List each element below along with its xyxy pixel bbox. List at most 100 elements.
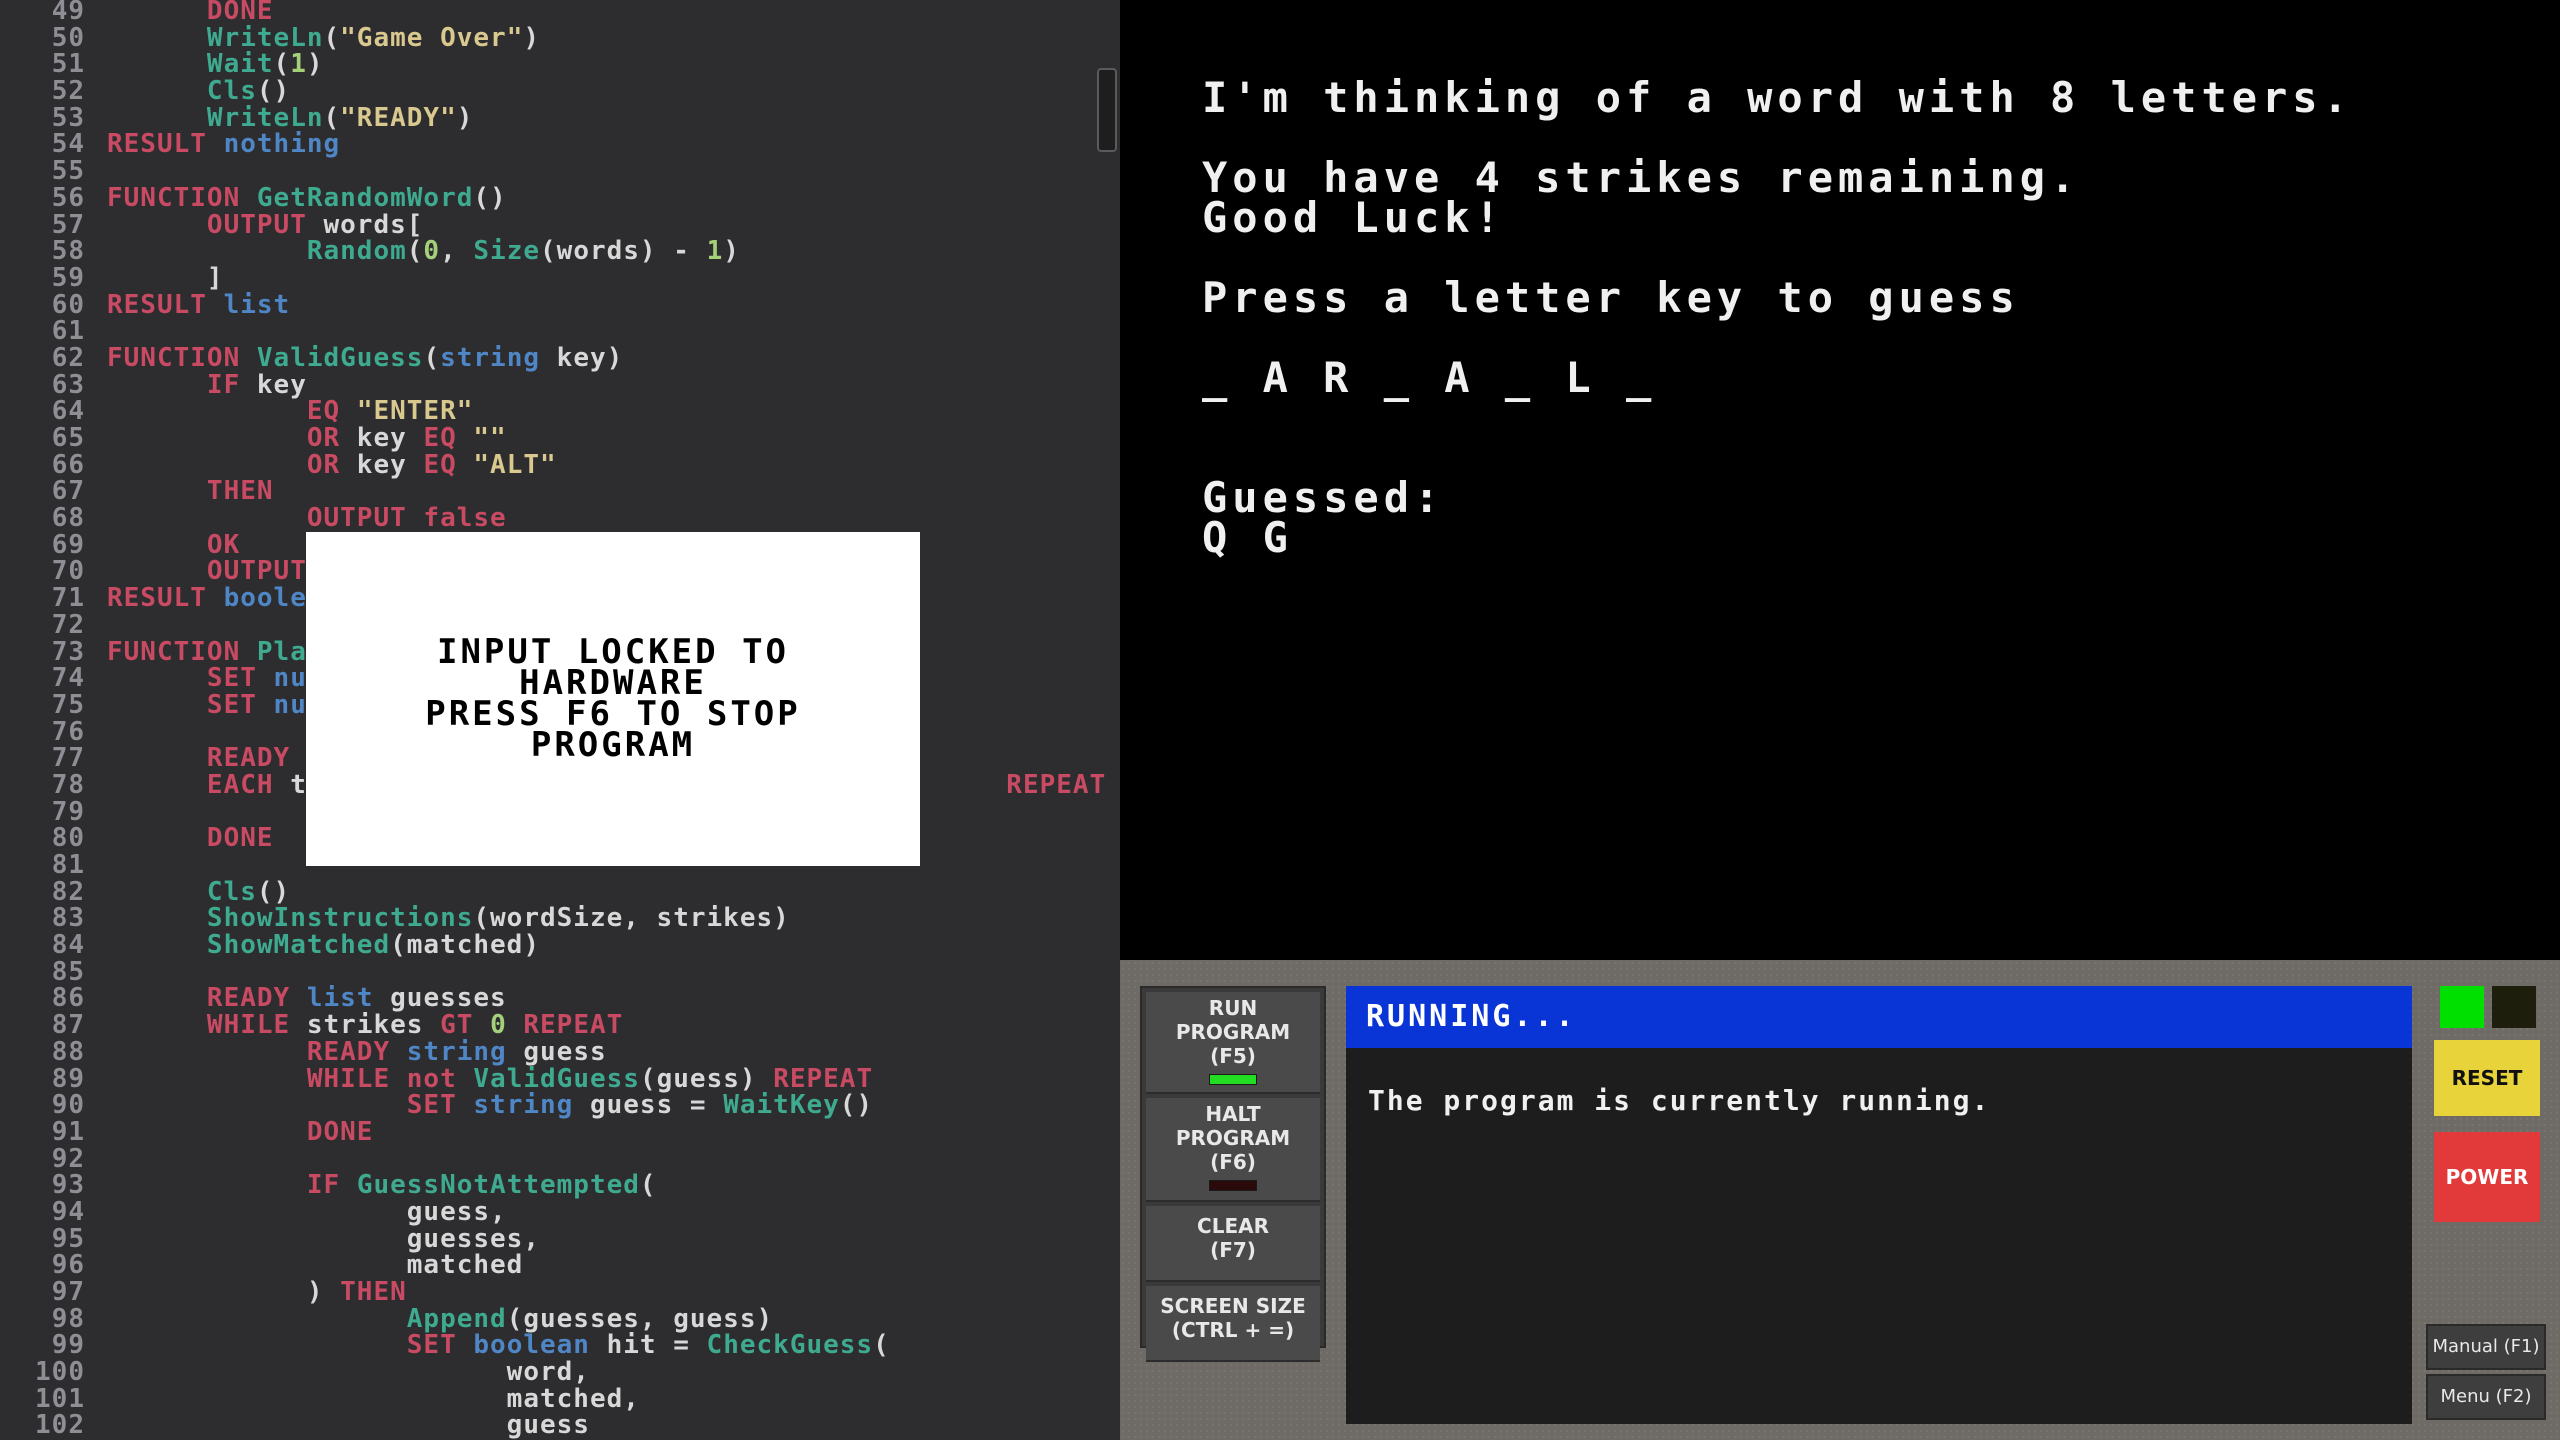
code-token: (guesses, guess) — [506, 1303, 774, 1334]
code-line[interactable]: 62 FUNCTION ValidGuess(string key) — [0, 345, 1120, 372]
code-line[interactable]: 85 — [0, 959, 1120, 986]
code-line[interactable]: 88 READY string guess — [0, 1036, 1120, 1067]
line-number: 100 — [35, 1357, 85, 1388]
code-token: GetRandomWord — [256, 182, 474, 213]
code-line[interactable]: 90 SET string guess = WaitKey() — [0, 1092, 1120, 1119]
code-line[interactable]: 102 guess — [0, 1412, 1120, 1439]
code-line[interactable]: 59 ] — [0, 265, 1120, 292]
code-token: ) — [723, 236, 740, 267]
line-number: 90 — [51, 1090, 85, 1121]
code-token: "ALT" — [473, 449, 557, 480]
code-line[interactable]: 54 RESULT nothing — [0, 131, 1120, 158]
code-line[interactable]: 87 WHILE strikes GT 0 REPEAT — [0, 1012, 1120, 1039]
code-token: ( — [273, 49, 291, 80]
code-line[interactable]: 60 RESULT list — [0, 289, 1120, 320]
code-token: boolean — [473, 1330, 590, 1361]
line-number: 72 — [51, 609, 85, 640]
code-token: FUNCTION — [107, 182, 241, 213]
code-line[interactable]: 63 IF key — [0, 370, 1120, 400]
line-number: 91 — [51, 1116, 85, 1147]
code-line[interactable]: 86 READY list guesses — [0, 985, 1120, 1012]
reset-button[interactable]: RESET — [2434, 1040, 2540, 1116]
screen-line-word-length: I'm thinking of a word with 8 letters. — [1202, 73, 2353, 122]
code-line[interactable]: 65 OR key EQ "" — [0, 425, 1120, 452]
code-token: RESULT — [107, 129, 207, 160]
line-number: 88 — [51, 1036, 85, 1067]
code-token: key — [340, 449, 424, 480]
code-token: list — [223, 289, 291, 320]
code-line[interactable]: 91 DONE — [0, 1119, 1120, 1146]
code-line[interactable]: 66 OR key EQ "ALT" — [0, 449, 1120, 480]
code-token: WHILE — [206, 1010, 291, 1041]
code-line[interactable]: 95 guesses, — [0, 1223, 1120, 1254]
code-line[interactable]: 98 Append(guesses, guess) — [0, 1303, 1120, 1334]
code-token: ( — [873, 1330, 890, 1361]
code-line[interactable]: 58 Random(0, Size(words) - 1) — [0, 238, 1120, 265]
line-number: 83 — [51, 903, 85, 934]
code-line[interactable]: 57 OUTPUT words[ — [0, 211, 1120, 239]
code-token: Size — [473, 236, 541, 267]
code-line[interactable]: 61 — [0, 318, 1120, 345]
line-number: 51 — [51, 49, 85, 80]
code-token: guesses, — [107, 1223, 540, 1254]
code-line[interactable]: 100 word, — [0, 1359, 1120, 1386]
code-line[interactable]: 67 THEN — [0, 478, 1120, 505]
code-line[interactable]: 51 Wait(1) — [0, 51, 1120, 78]
code-line[interactable]: 53 WriteLn("READY") — [0, 104, 1120, 132]
code-token: 0 — [423, 236, 441, 267]
code-line[interactable]: 94 guess, — [0, 1199, 1120, 1226]
code-line[interactable]: 52 Cls() — [0, 78, 1120, 105]
code-editor[interactable]: 49 DONE 50 WriteLn("Game Over") 51 Wait(1)… — [0, 0, 1120, 1440]
manual-button[interactable]: Manual (F1) — [2426, 1324, 2546, 1370]
code-line[interactable]: 84 ShowMatched(matched) — [0, 932, 1120, 959]
clear-button[interactable]: CLEAR (F7) — [1146, 1206, 1320, 1282]
code-line[interactable]: 96 matched — [0, 1252, 1120, 1279]
code-token: matched — [107, 1250, 524, 1281]
code-token: OR — [306, 449, 341, 480]
code-line[interactable]: 101 matched, — [0, 1385, 1120, 1413]
code-token: guess — [506, 1036, 607, 1067]
code-line[interactable]: 50 WriteLn("Game Over") — [0, 24, 1120, 52]
code-token: guess, — [107, 1196, 507, 1227]
code-line[interactable]: 93 IF GuessNotAttempted( — [0, 1172, 1120, 1199]
code-line[interactable]: 99 SET boolean hit = CheckGuess( — [0, 1332, 1120, 1359]
code-line[interactable]: 97 ) THEN — [0, 1279, 1120, 1306]
screen-line-prompt: Press a letter key to guess — [1202, 273, 2020, 322]
screen-size-button[interactable]: SCREEN SIZE (CTRL + =) — [1146, 1286, 1320, 1362]
halt-program-button[interactable]: HALT PROGRAM (F6) — [1146, 1098, 1320, 1202]
code-line[interactable]: 92 — [0, 1145, 1120, 1173]
code-line[interactable]: 68 OUTPUT false — [0, 505, 1120, 532]
code-line[interactable]: 89 WHILE not ValidGuess(guess) REPEAT — [0, 1063, 1120, 1094]
code-token: list — [306, 983, 374, 1014]
code-token: string — [473, 1090, 574, 1121]
emulator-screen[interactable]: I'm thinking of a word with 8 letters. Y… — [1120, 0, 2560, 960]
code-line[interactable]: 56 FUNCTION GetRandomWord() — [0, 182, 1120, 213]
code-token: (guess) — [639, 1063, 774, 1094]
run-program-button[interactable]: RUN PROGRAM (F5) — [1146, 992, 1320, 1094]
menu-button[interactable]: Menu (F2) — [2426, 1374, 2546, 1420]
code-line[interactable]: 55 — [0, 158, 1120, 185]
code-token: () — [256, 876, 291, 907]
power-button[interactable]: POWER — [2434, 1132, 2540, 1222]
code-token: guess — [107, 1410, 590, 1440]
line-number: 73 — [51, 636, 85, 667]
code-line[interactable]: 83 ShowInstructions(wordSize, strikes) — [0, 905, 1120, 932]
code-line[interactable]: 82 Cls() — [0, 876, 1120, 907]
code-line[interactable]: 49 DONE — [0, 0, 1120, 25]
code-token: () — [473, 182, 507, 213]
code-line[interactable]: 64 EQ "ENTER" — [0, 398, 1120, 425]
code-token: FUNCTION — [107, 636, 241, 667]
code-token: CheckGuess — [706, 1330, 874, 1361]
editor-scrollbar[interactable] — [1097, 68, 1117, 152]
